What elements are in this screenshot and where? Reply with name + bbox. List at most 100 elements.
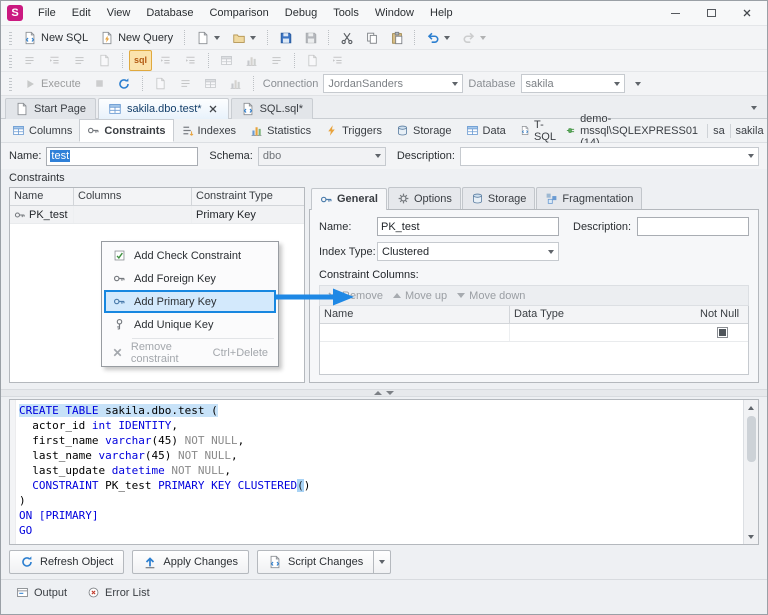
vertical-scrollbar[interactable] [743, 400, 758, 544]
lowercase-button[interactable] [43, 50, 66, 71]
refresh-object-button[interactable]: Refresh Object [9, 550, 124, 574]
menu-window[interactable]: Window [367, 3, 422, 23]
menu-add-check-constraint[interactable]: Add Check Constraint [104, 244, 276, 267]
tab-output[interactable]: Output [7, 583, 76, 602]
tab-data[interactable]: Data [459, 119, 513, 142]
menu-add-primary-key[interactable]: Add Primary Key [104, 290, 276, 313]
uppercase-button[interactable] [18, 50, 41, 71]
schema-combo[interactable]: dbo [258, 147, 386, 166]
tab-error-list[interactable]: Error List [78, 583, 159, 602]
move-down-button[interactable]: Move down [457, 290, 525, 302]
index-type-combo[interactable]: Clustered [377, 242, 559, 261]
column-header-columns[interactable]: Columns [74, 188, 192, 205]
paste-button[interactable] [385, 27, 408, 48]
execute-button[interactable]: Execute [18, 73, 86, 94]
tab-general[interactable]: General [311, 188, 387, 210]
open-file-dropdown[interactable] [227, 27, 261, 48]
user-name[interactable]: sa [713, 125, 725, 137]
column-header-constraint-type[interactable]: Constraint Type [192, 188, 304, 205]
tab-fragmentation[interactable]: Fragmentation [536, 187, 642, 209]
constraint-columns-grid[interactable]: Name Data Type Not Null [319, 306, 749, 375]
prev-bookmark-button[interactable] [265, 50, 288, 71]
new-query-button[interactable]: New Query [95, 27, 178, 48]
word-wrap-button[interactable] [301, 50, 324, 71]
save-all-button[interactable] [299, 27, 322, 48]
table-row[interactable]: PK_test Primary Key [10, 206, 304, 224]
show-whitespace-button[interactable] [326, 50, 349, 71]
redo-dropdown[interactable] [457, 27, 491, 48]
tab-options[interactable]: Options [388, 187, 461, 209]
toolbar-grip[interactable] [9, 76, 12, 91]
scrollbar-track[interactable] [744, 414, 758, 530]
scrollbar-thumb[interactable] [747, 416, 756, 462]
apply-changes-button[interactable]: Apply Changes [132, 550, 249, 574]
maximize-button[interactable] [693, 2, 729, 24]
description-input[interactable] [460, 147, 759, 166]
tab-constraints[interactable]: Constraints [79, 119, 173, 142]
menu-debug[interactable]: Debug [277, 3, 325, 23]
move-up-button[interactable]: Move up [393, 290, 447, 302]
scroll-up-button[interactable] [745, 401, 758, 414]
menu-remove-constraint[interactable]: Remove constraintCtrl+Delete [104, 341, 276, 364]
cut-button[interactable] [335, 27, 358, 48]
bookmark-button[interactable] [215, 50, 238, 71]
format-sql-toggle[interactable]: sql [129, 50, 152, 71]
menu-view[interactable]: View [99, 3, 139, 23]
stop-button[interactable] [88, 73, 111, 94]
menu-help[interactable]: Help [422, 3, 461, 23]
close-tab-icon[interactable] [207, 103, 219, 115]
tab-statistics[interactable]: Statistics [243, 119, 318, 142]
scroll-down-button[interactable] [745, 530, 758, 543]
query-options-button[interactable] [174, 73, 197, 94]
menu-tools[interactable]: Tools [325, 3, 367, 23]
results-grid-button[interactable] [199, 73, 222, 94]
toolbar-grip[interactable] [9, 53, 12, 68]
column-header-not-null[interactable]: Not Null [696, 306, 748, 323]
tab-start-page[interactable]: Start Page [5, 98, 96, 119]
copy-button[interactable] [360, 27, 383, 48]
sql-editor[interactable]: CREATE TABLE sakila.dbo.test ( actor_id … [9, 399, 759, 545]
menu-comparison[interactable]: Comparison [201, 3, 276, 23]
tab-columns[interactable]: Columns [5, 119, 79, 142]
tab-t-sql[interactable]: T-SQL [513, 119, 566, 142]
refresh-button[interactable] [113, 73, 136, 94]
uncomment-button[interactable] [93, 50, 116, 71]
toolbar-overflow-dropdown[interactable] [627, 73, 650, 94]
tab-sakila-dbo-test[interactable]: sakila.dbo.test* [98, 98, 229, 119]
connection-combo[interactable]: JordanSanders [323, 74, 463, 93]
menu-file[interactable]: File [30, 3, 64, 23]
column-header-data-type[interactable]: Data Type [510, 306, 696, 323]
close-button[interactable] [729, 2, 765, 24]
indent-button[interactable] [154, 50, 177, 71]
column-header-name[interactable]: Name [10, 188, 74, 205]
tab-triggers[interactable]: Triggers [318, 119, 389, 142]
database-combo[interactable]: sakila [521, 74, 625, 93]
constraint-name-input[interactable]: PK_test [377, 217, 559, 236]
undo-dropdown[interactable] [421, 27, 455, 48]
cell-data-type[interactable] [510, 324, 696, 341]
sql-code[interactable]: CREATE TABLE sakila.dbo.test ( actor_id … [16, 400, 743, 544]
tab-storage[interactable]: Storage [389, 119, 459, 142]
query-plan-button[interactable] [149, 73, 172, 94]
tab-indexes[interactable]: Indexes [174, 119, 244, 142]
cell-name[interactable] [320, 324, 510, 341]
statistics-button[interactable] [224, 73, 247, 94]
script-changes-button[interactable]: Script Changes [257, 550, 374, 574]
outdent-button[interactable] [179, 50, 202, 71]
menu-add-unique-key[interactable]: Add Unique Key [104, 313, 276, 336]
save-button[interactable] [274, 27, 297, 48]
column-header-name[interactable]: Name [320, 306, 510, 323]
name-input[interactable]: test [46, 147, 198, 166]
not-null-checkbox[interactable] [717, 327, 728, 338]
minimize-button[interactable] [657, 2, 693, 24]
comment-button[interactable] [68, 50, 91, 71]
script-changes-dropdown[interactable] [374, 550, 391, 574]
database-name[interactable]: sakila [735, 125, 763, 137]
new-document-dropdown[interactable] [191, 27, 225, 48]
tab-sql-sql[interactable]: SQL.sql* [231, 98, 313, 119]
new-sql-button[interactable]: New SQL [18, 27, 93, 48]
menu-edit[interactable]: Edit [64, 3, 99, 23]
tab-storage-detail[interactable]: Storage [462, 187, 536, 209]
table-row[interactable] [320, 324, 748, 342]
toolbar-grip[interactable] [9, 30, 12, 45]
